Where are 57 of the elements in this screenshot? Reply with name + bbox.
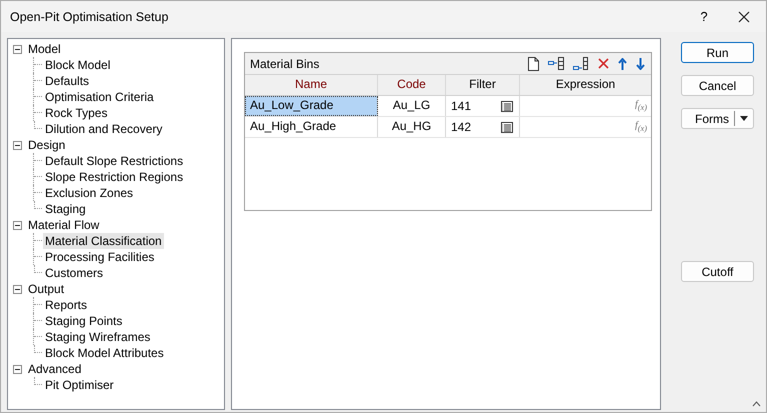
insert-row-icon[interactable]: [548, 57, 564, 70]
tree-item[interactable]: Staging Wireframes: [43, 329, 152, 345]
column-header[interactable]: Code: [378, 75, 446, 95]
tree-item[interactable]: Slope Restriction Regions: [43, 169, 186, 185]
table-cell: Au_LG: [378, 96, 446, 116]
tree-item[interactable]: Optimisation Criteria: [43, 89, 156, 105]
tree-item[interactable]: Customers: [43, 265, 106, 281]
dialog-button[interactable]: Forms: [681, 108, 754, 129]
column-header[interactable]: Filter: [446, 75, 520, 95]
collapse-icon[interactable]: [13, 140, 22, 150]
list-icon[interactable]: [501, 100, 513, 112]
tree-item[interactable]: Rock Types: [43, 105, 110, 121]
grid-title: Material Bins: [250, 56, 320, 70]
tree-item[interactable]: Defaults: [43, 73, 92, 89]
window-title: Open-Pit Optimisation Setup: [10, 10, 170, 24]
tree-item[interactable]: Dilution and Recovery: [43, 121, 164, 137]
collapse-icon[interactable]: [13, 284, 22, 294]
arrow-up-icon[interactable]: [618, 58, 627, 70]
dialog-button[interactable]: Cutoff: [681, 261, 754, 282]
table-cell[interactable]: Au_High_Grade: [245, 117, 378, 137]
arrow-down-icon[interactable]: [636, 58, 645, 70]
tree-item[interactable]: Block Model: [43, 57, 112, 73]
collapse-icon[interactable]: [13, 220, 22, 230]
tree-item[interactable]: Model: [26, 41, 63, 57]
tree-item[interactable]: Processing Facilities: [43, 249, 156, 265]
close-icon[interactable]: [738, 10, 750, 22]
tree-item[interactable]: Block Model Attributes: [43, 345, 166, 361]
collapse-icon[interactable]: [13, 364, 22, 374]
dialog-button[interactable]: Cancel: [681, 75, 754, 96]
new-page-icon[interactable]: [528, 56, 539, 70]
list-icon[interactable]: [501, 122, 513, 132]
tree-item[interactable]: Output: [26, 281, 66, 297]
dialog-button[interactable]: Run: [681, 42, 754, 63]
column-header[interactable]: Expression: [520, 75, 651, 95]
column-header[interactable]: Name: [245, 75, 378, 95]
filter-value: 141: [451, 98, 472, 114]
tree-item[interactable]: Reports: [43, 297, 90, 313]
function-button[interactable]: f$_{(x)}$: [634, 98, 647, 114]
delete-icon[interactable]: [598, 58, 609, 69]
help-button[interactable]: ?: [684, 9, 724, 24]
filter-value: 142: [451, 118, 472, 136]
tree-item[interactable]: Exclusion Zones: [43, 185, 136, 201]
tree-item[interactable]: Staging Points: [43, 313, 124, 329]
resize-grip-icon[interactable]: [752, 401, 761, 407]
collapse-icon[interactable]: [13, 44, 22, 54]
function-button[interactable]: f$_{(x)}$: [634, 120, 647, 134]
tree-item[interactable]: Staging: [43, 201, 88, 217]
table-cell: Au_HG: [378, 117, 446, 137]
dropdown-caret-icon[interactable]: [740, 116, 748, 121]
tree-item[interactable]: Design: [26, 137, 68, 153]
append-row-icon[interactable]: [573, 56, 589, 70]
tree-item[interactable]: Material Flow: [26, 217, 102, 233]
table-cell[interactable]: Au_Low_Grade: [245, 96, 378, 116]
tree-item[interactable]: Advanced: [26, 361, 84, 377]
tree-item[interactable]: Default Slope Restrictions: [43, 153, 186, 169]
tree-item[interactable]: Material Classification: [43, 233, 164, 249]
tree-item[interactable]: Pit Optimiser: [43, 377, 116, 393]
